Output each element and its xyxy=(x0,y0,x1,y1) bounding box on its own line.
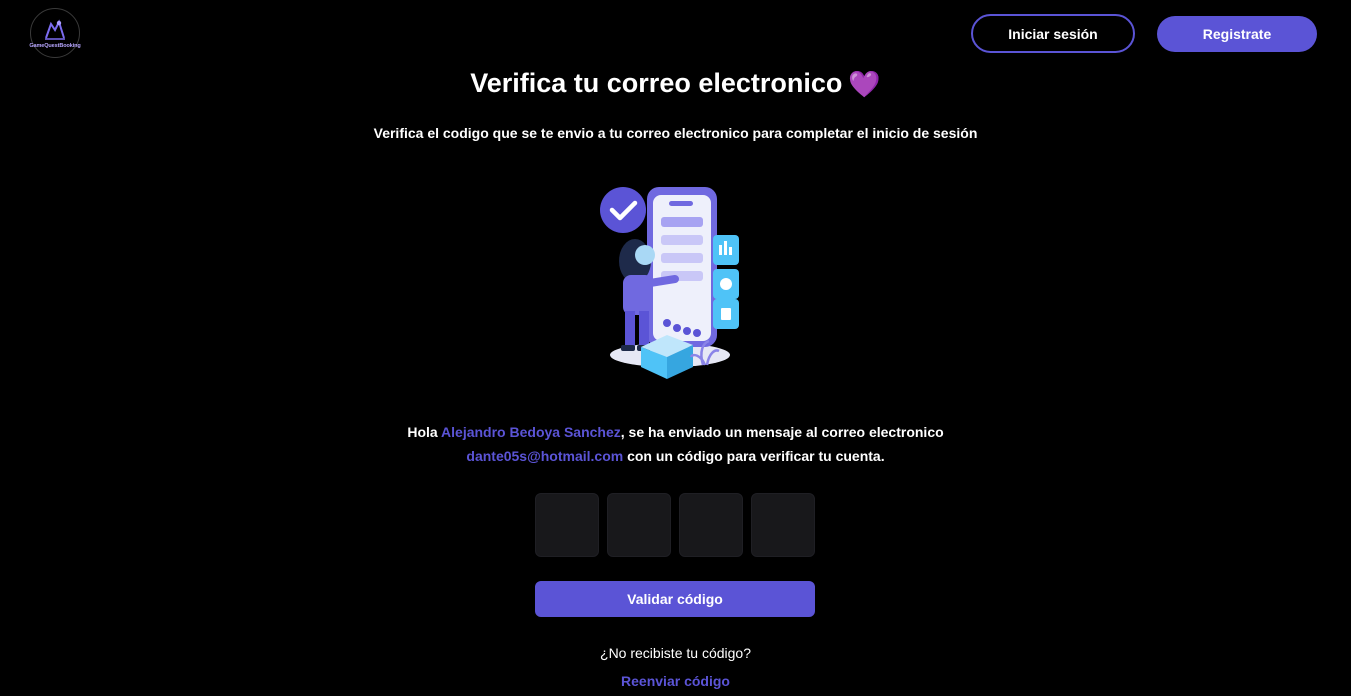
code-digit-4[interactable] xyxy=(751,493,815,557)
code-input-group xyxy=(535,493,815,557)
verification-page: GameQuestBooking Iniciar sesión Registra… xyxy=(0,0,1351,696)
checkmark-icon xyxy=(600,187,646,233)
register-button[interactable]: Registrate xyxy=(1157,16,1317,52)
user-name: Alejandro Bedoya Sanchez xyxy=(441,424,621,440)
page-title: Verifica tu correo electronico xyxy=(470,68,843,98)
validate-code-button[interactable]: Validar código xyxy=(535,581,815,617)
page-subtitle: Verifica el codigo que se te envio a tu … xyxy=(373,125,978,141)
user-email: dante05s@hotmail.com xyxy=(466,448,624,464)
sent-text: , se ha enviado un mensaje al correo ele… xyxy=(620,424,944,440)
verification-illustration xyxy=(595,183,755,383)
verify-text: con un código para verificar tu cuenta. xyxy=(623,448,885,464)
logo[interactable]: GameQuestBooking xyxy=(29,8,81,58)
resend-row: Reenviar código xyxy=(0,673,1351,689)
purple-heart-icon: 💜 xyxy=(848,68,881,99)
code-digit-1[interactable] xyxy=(535,493,599,557)
code-digit-3[interactable] xyxy=(679,493,743,557)
resend-code-link[interactable]: Reenviar código xyxy=(621,673,730,689)
logo-text: GameQuestBooking xyxy=(29,42,81,49)
code-digit-2[interactable] xyxy=(607,493,671,557)
verification-message: Hola Alejandro Bedoya Sanchez, se ha env… xyxy=(300,420,1051,468)
page-title-row: Verifica tu correo electronico 💜 xyxy=(0,68,1351,99)
no-code-text: ¿No recibiste tu código? xyxy=(600,645,751,661)
login-button[interactable]: Iniciar sesión xyxy=(971,14,1135,53)
logo-icon xyxy=(45,18,65,40)
greeting-text: Hola xyxy=(407,424,438,440)
